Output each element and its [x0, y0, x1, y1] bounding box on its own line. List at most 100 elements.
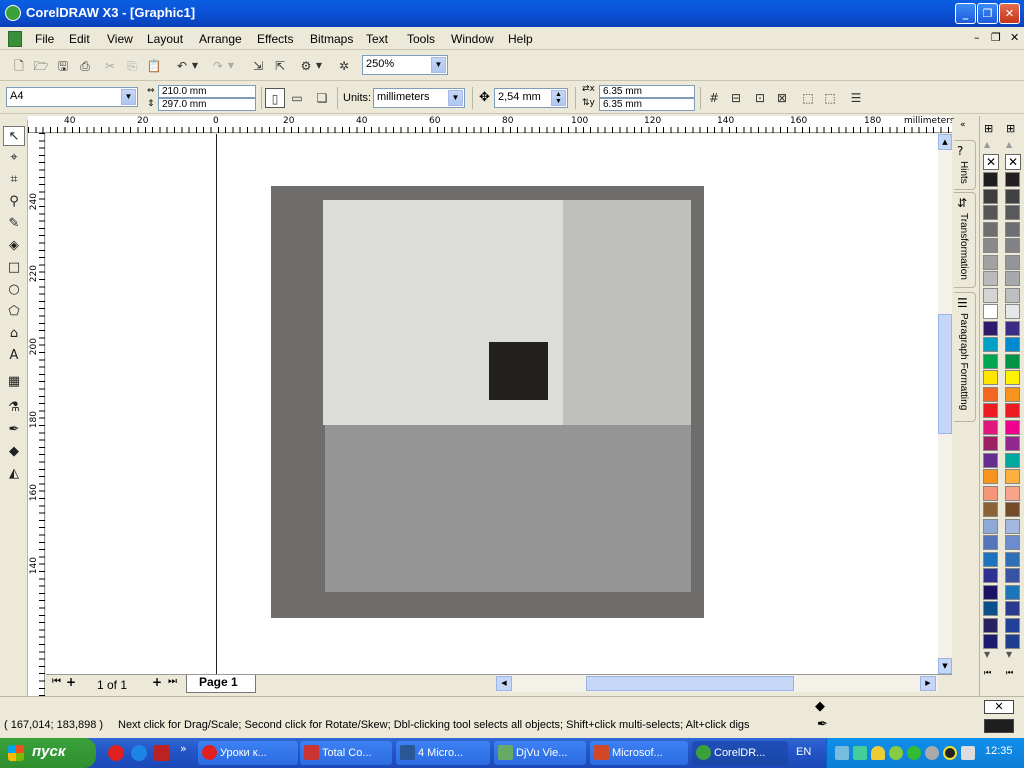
title-bar[interactable]: CorelDRAW X3 - [Graphic1] _ ❐ ✕: [0, 0, 1024, 27]
portrait-icon[interactable]: ▯: [265, 88, 285, 108]
menu-window[interactable]: Window: [451, 32, 494, 46]
color-swatch[interactable]: [1005, 304, 1020, 319]
scroll-right-icon[interactable]: ▶: [920, 676, 936, 691]
scroll-up-icon[interactable]: ▲: [938, 134, 952, 150]
landscape-icon[interactable]: ▭: [287, 88, 307, 108]
launcher-dropdown-icon[interactable]: ▼: [314, 56, 324, 76]
task-powerpoint[interactable]: Microsof...: [590, 741, 688, 765]
color-swatch[interactable]: [983, 304, 998, 319]
color-swatch[interactable]: [983, 469, 998, 484]
menu-bitmaps[interactable]: Bitmaps: [310, 32, 353, 46]
docker-tab-transformation[interactable]: ⇵ Transformation: [954, 192, 976, 288]
color-swatch[interactable]: [983, 271, 998, 286]
color-swatch[interactable]: [983, 452, 998, 468]
color-swatch[interactable]: [1005, 469, 1020, 484]
color-swatch[interactable]: [1005, 568, 1020, 583]
color-swatch[interactable]: [983, 584, 998, 600]
task-word[interactable]: 4 Micro...: [396, 741, 490, 765]
undo-icon[interactable]: ↶: [172, 56, 192, 76]
color-swatch[interactable]: [983, 403, 998, 418]
palette-scroll-down-icon[interactable]: ▼: [1006, 650, 1012, 659]
color-swatch[interactable]: [1005, 584, 1020, 600]
duplicate-distance-y-field[interactable]: 6.35 mm: [599, 98, 695, 111]
color-swatch[interactable]: [1005, 370, 1020, 385]
snap-to-objects-icon[interactable]: ⊡: [750, 88, 770, 108]
color-swatch[interactable]: [983, 634, 998, 649]
color-swatch[interactable]: [1005, 535, 1020, 550]
palette-scroll-up-icon[interactable]: ▲: [984, 140, 990, 149]
add-page-after-icon[interactable]: +: [152, 675, 162, 689]
menu-effects[interactable]: Effects: [257, 32, 293, 46]
color-swatch[interactable]: [1005, 238, 1020, 253]
basic-shapes-tool-icon[interactable]: ⌂: [3, 324, 25, 344]
color-swatch[interactable]: [1005, 634, 1020, 649]
horizontal-scrollbar[interactable]: ◀ ▶: [496, 675, 938, 692]
vertical-ruler[interactable]: 240 220 200 180 160 140: [28, 133, 45, 696]
no-fill-swatch[interactable]: ✕: [1005, 154, 1021, 170]
color-swatch[interactable]: [983, 221, 998, 237]
color-swatch[interactable]: [983, 353, 998, 369]
application-launcher-icon[interactable]: ⚙: [296, 56, 316, 76]
color-swatch[interactable]: [1005, 452, 1020, 468]
rectangle-tool-icon[interactable]: □: [3, 258, 25, 278]
color-swatch[interactable]: [983, 551, 998, 567]
add-page-before-icon[interactable]: +: [66, 675, 76, 689]
menu-layout[interactable]: Layout: [147, 32, 183, 46]
dynamic-guides-icon[interactable]: ⊠: [772, 88, 792, 108]
color-swatch[interactable]: [983, 370, 998, 385]
color-swatch[interactable]: [983, 485, 998, 501]
units-combo[interactable]: millimeters ▼: [373, 88, 465, 108]
freehand-tool-icon[interactable]: ✎: [3, 214, 25, 234]
export-icon[interactable]: ⇱: [270, 56, 290, 76]
paste-icon[interactable]: 📋: [144, 56, 164, 76]
app-quicklaunch-icon[interactable]: [154, 745, 170, 761]
task-opera[interactable]: Уроки к...: [198, 741, 298, 765]
edit-across-layers-icon[interactable]: ⬚: [820, 88, 840, 108]
color-swatch[interactable]: [983, 601, 998, 616]
snap-to-guidelines-icon[interactable]: ⊟: [726, 88, 746, 108]
color-swatch[interactable]: [983, 205, 998, 220]
fill-color-indicator[interactable]: ✕: [984, 700, 1014, 714]
docker-tab-paragraph-formatting[interactable]: ☰ Paragraph Formatting: [954, 292, 976, 422]
nudge-distance-field[interactable]: 2,54 mm ▲ ▼: [494, 88, 568, 108]
color-swatch[interactable]: [983, 172, 998, 187]
color-swatch[interactable]: [983, 287, 998, 303]
color-swatch[interactable]: [983, 502, 998, 517]
color-swatch[interactable]: [1005, 551, 1020, 567]
palette-expand-icon[interactable]: ⏮: [984, 668, 991, 678]
color-swatch[interactable]: [1005, 337, 1020, 352]
color-swatch[interactable]: [1005, 188, 1020, 204]
vertical-scroll-thumb[interactable]: [938, 314, 952, 434]
color-swatch[interactable]: [983, 320, 998, 336]
minimize-button[interactable]: _: [955, 3, 976, 24]
last-page-icon[interactable]: ⏭: [168, 676, 177, 687]
color-swatch[interactable]: [1005, 254, 1020, 270]
language-indicator[interactable]: EN: [796, 746, 811, 758]
color-swatch[interactable]: [1005, 172, 1020, 187]
color-swatch[interactable]: [983, 518, 998, 534]
all-pages-icon[interactable]: ❏: [312, 88, 332, 108]
vertical-scrollbar[interactable]: ▲ ▼: [938, 134, 952, 674]
color-swatch[interactable]: [983, 535, 998, 550]
color-swatch[interactable]: [1005, 518, 1020, 534]
tray-app-icon[interactable]: [925, 746, 939, 760]
zoom-level-combo[interactable]: 250% ▼: [362, 55, 448, 75]
color-swatch[interactable]: [983, 188, 998, 204]
start-button[interactable]: пуск: [0, 738, 96, 768]
fill-tool-icon[interactable]: ◆: [3, 442, 25, 462]
redo-icon[interactable]: ↷: [208, 56, 228, 76]
bottom-rectangle[interactable]: [325, 425, 691, 592]
page-height-field[interactable]: 297.0 mm: [158, 98, 256, 111]
color-swatch[interactable]: [983, 436, 998, 451]
color-swatch[interactable]: [983, 419, 998, 435]
doc-restore-button[interactable]: ❐: [991, 31, 1001, 44]
docker-tab-hints[interactable]: ? Hints: [954, 140, 976, 190]
save-icon[interactable]: 🖫: [53, 56, 73, 76]
duplicate-distance-x-field[interactable]: 6.35 mm: [599, 85, 695, 98]
ellipse-tool-icon[interactable]: ○: [3, 280, 25, 300]
color-swatch[interactable]: [1005, 617, 1020, 633]
menu-arrange[interactable]: Arrange: [199, 32, 242, 46]
interactive-blend-tool-icon[interactable]: ▦: [3, 372, 25, 392]
interactive-fill-tool-icon[interactable]: ◭: [3, 464, 25, 484]
redo-dropdown-icon[interactable]: ▼: [226, 56, 236, 76]
